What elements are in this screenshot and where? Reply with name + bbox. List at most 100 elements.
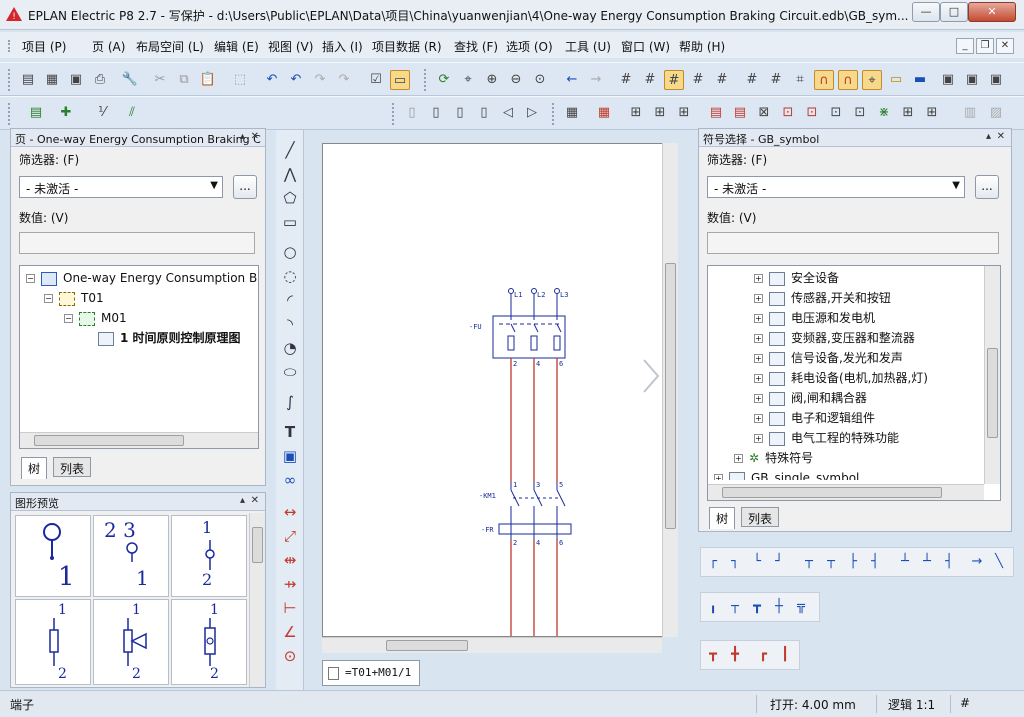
menu-project-data[interactable]: 项目数据 (R) <box>372 38 442 55</box>
symbol-tree-item[interactable]: + 安全设备 <box>754 268 839 288</box>
tee-down-small-icon[interactable]: ┬ <box>725 597 745 617</box>
grid-b-icon[interactable]: # <box>640 70 660 90</box>
tee-up-alt-icon[interactable]: ┴ <box>917 552 937 572</box>
panel-close-icon[interactable]: ✕ <box>251 131 259 142</box>
hyperlink-tool-icon[interactable]: ∞ <box>280 470 300 490</box>
connection-icon[interactable]: ⋇ <box>874 103 894 123</box>
circle-tool-icon[interactable]: ○ <box>280 242 300 262</box>
expand-icon[interactable]: + <box>754 314 763 323</box>
preview-vscrollbar[interactable] <box>249 513 265 687</box>
toolbar-grip[interactable] <box>392 103 396 125</box>
toolbar-grip[interactable] <box>8 103 12 125</box>
arrow-right-icon[interactable]: → <box>967 552 987 572</box>
preview-symbol-3[interactable]: 1 2 <box>171 515 247 597</box>
menu-help[interactable]: 帮助 (H) <box>679 38 725 55</box>
expand-icon[interactable]: + <box>754 334 763 343</box>
symbol-tree-item[interactable]: + 变频器,变压器和整流器 <box>754 328 915 348</box>
tee-down-alt-icon[interactable]: ┬ <box>821 552 841 572</box>
expand-icon[interactable]: + <box>714 474 723 480</box>
dimension-linear-icon[interactable]: ↔ <box>280 502 300 522</box>
preview-symbol-1[interactable]: 1 <box>15 515 91 597</box>
grid-a-icon[interactable]: # <box>616 70 636 90</box>
wrench-icon[interactable]: 🔧 <box>120 70 140 90</box>
numbering-icon[interactable]: ⅟ <box>92 103 112 123</box>
scroll-thumb[interactable] <box>252 527 263 563</box>
panel-close-icon[interactable]: ✕ <box>997 131 1005 142</box>
page-prev-icon[interactable]: ◁ <box>498 103 518 123</box>
schematic-sheet[interactable]: L1 L2 L3 -FU -KM1 -FR 2 4 6 1 3 5 2 4 6 <box>322 143 666 637</box>
collapse-icon[interactable]: − <box>64 314 73 323</box>
text-tool-icon[interactable]: T <box>280 422 300 442</box>
menu-project[interactable]: 项目 (P) <box>22 38 66 55</box>
print-icon[interactable]: ⎙ <box>90 70 110 90</box>
magnet-icon[interactable]: ∩ <box>814 70 834 90</box>
preview-symbol-4[interactable]: 1 2 <box>15 599 91 685</box>
tee-left-icon[interactable]: ┤ <box>865 552 885 572</box>
expand-icon[interactable]: + <box>734 454 743 463</box>
image-tool-icon[interactable]: ▣ <box>280 446 300 466</box>
menu-window[interactable]: 窗口 (W) <box>621 38 670 55</box>
tee-double-icon[interactable]: ┳ <box>747 597 767 617</box>
back-icon[interactable]: ← <box>562 70 582 90</box>
collapse-icon[interactable]: − <box>26 274 35 283</box>
dimension-increment-icon[interactable]: ⊢ <box>280 598 300 618</box>
polygon-tool-icon[interactable]: ⬠ <box>280 188 300 208</box>
tee-up-icon[interactable]: ┴ <box>895 552 915 572</box>
dimension-chain-icon[interactable]: ⇹ <box>280 550 300 570</box>
grid-toggle-icon[interactable]: # <box>766 70 786 90</box>
symbol-filter-select[interactable]: - 未激活 - ▼ <box>707 176 965 198</box>
canvas-vscrollbar[interactable] <box>662 143 678 637</box>
canvas-hscrollbar[interactable] <box>322 637 662 653</box>
expand-icon[interactable]: + <box>754 374 763 383</box>
magnet-snap-icon[interactable]: ∩ <box>838 70 858 90</box>
undo-icon[interactable]: ↶ <box>262 70 282 90</box>
zoom-in-icon[interactable]: ⊕ <box>482 70 502 90</box>
layout-b-icon[interactable]: ▣ <box>962 70 982 90</box>
tab-list[interactable]: 列表 <box>53 457 92 477</box>
collapse-icon[interactable]: − <box>44 294 53 303</box>
cross-icon[interactable]: ┼ <box>769 597 789 617</box>
red-tee-icon[interactable]: ┳ <box>703 645 723 665</box>
device-a-icon[interactable]: ⊞ <box>626 103 646 123</box>
menu-edit[interactable]: 编辑 (E) <box>214 38 259 55</box>
tee-down-icon[interactable]: ┬ <box>799 552 819 572</box>
device-b-icon[interactable]: ⊞ <box>650 103 670 123</box>
menu-view[interactable]: 视图 (V) <box>268 38 313 55</box>
menu-insert[interactable]: 插入 (I) <box>322 38 363 55</box>
symbol-tree-hscrollbar[interactable] <box>708 484 984 500</box>
circle-3pt-tool-icon[interactable]: ◌ <box>280 266 300 286</box>
diagonal-icon[interactable]: ╲ <box>989 552 1009 572</box>
terminal-a-icon[interactable]: ▤ <box>706 103 726 123</box>
scroll-thumb[interactable] <box>987 348 998 438</box>
symbol-tree-vscrollbar[interactable] <box>984 266 1000 484</box>
red-corner-icon[interactable]: ┏ <box>753 645 773 665</box>
undo-list-icon[interactable]: ↶ <box>286 70 306 90</box>
cut-icon[interactable]: ✂ <box>150 70 170 90</box>
preview-symbol-2[interactable]: 2 3 1 <box>93 515 169 597</box>
minimize-button[interactable]: — <box>912 2 940 22</box>
hatch-icon[interactable]: ▨ <box>986 103 1006 123</box>
object-snap-icon[interactable]: ⌖ <box>862 70 882 90</box>
panel-pin-icon[interactable]: ▴ <box>240 131 245 142</box>
terminal-c-icon[interactable]: ⊠ <box>754 103 774 123</box>
page-open-icon[interactable]: ▯ <box>450 103 470 123</box>
tag-icon[interactable]: ▭ <box>886 70 906 90</box>
close-button[interactable]: ✕ <box>968 2 1016 22</box>
plc-icon[interactable]: ⊡ <box>802 103 822 123</box>
arc-3pt-tool-icon[interactable]: ◝ <box>280 314 300 334</box>
graph-icon[interactable]: ⫽ <box>122 103 142 123</box>
grid-c-icon[interactable]: # <box>664 70 684 90</box>
layout-c-icon[interactable]: ▣ <box>986 70 1006 90</box>
display-icon[interactable]: ▭ <box>390 70 410 90</box>
symbol-tree-item[interactable]: + 电气工程的特殊功能 <box>754 428 899 448</box>
maximize-button[interactable]: □ <box>940 2 968 22</box>
menu-find[interactable]: 查找 (F) <box>454 38 498 55</box>
tree-node-t01[interactable]: − T01 <box>44 288 104 308</box>
new-project-icon[interactable]: ▤ <box>18 70 38 90</box>
page-a-icon[interactable]: ▯ <box>402 103 422 123</box>
zoom-100-icon[interactable]: ⊙ <box>530 70 550 90</box>
red-cross-icon[interactable]: ╋ <box>725 645 745 665</box>
open-project-icon[interactable]: ▦ <box>42 70 62 90</box>
preview-symbol-5[interactable]: 1 2 <box>93 599 169 685</box>
tee-right-icon[interactable]: ├ <box>843 552 863 572</box>
